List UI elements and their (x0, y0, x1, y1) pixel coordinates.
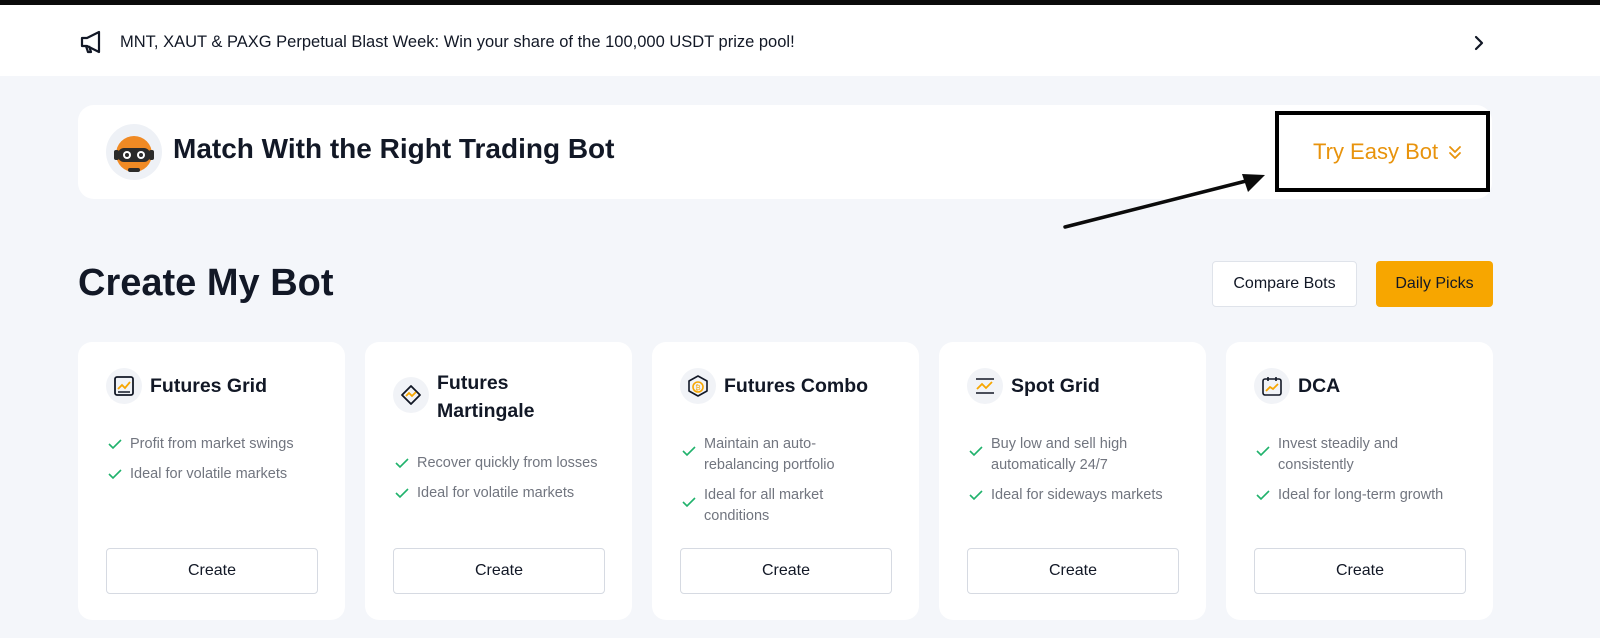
check-icon (108, 469, 122, 480)
section-title: Create My Bot (78, 262, 334, 304)
robot-avatar (106, 124, 162, 180)
bot-card-title: Futures Martingale (437, 372, 535, 422)
spot-grid-icon (967, 368, 1003, 404)
check-icon (1256, 490, 1270, 501)
create-button[interactable]: Create (393, 548, 605, 594)
check-icon (1256, 446, 1270, 457)
feature-list: Recover quickly from losses Ideal for vo… (395, 453, 625, 513)
bot-card-spot-grid[interactable]: Spot Grid Buy low and sell high automati… (939, 342, 1206, 620)
check-icon (395, 458, 409, 469)
martingale-icon (393, 377, 429, 413)
create-button[interactable]: Create (967, 548, 1179, 594)
feature-item: Maintain an auto-rebalancing portfolio (682, 434, 862, 476)
compare-bots-button[interactable]: Compare Bots (1212, 261, 1357, 307)
bot-card-title: Futures Grid (150, 375, 268, 397)
bot-card-title: DCA (1298, 375, 1341, 397)
feature-list: Buy low and sell high automatically 24/7… (969, 434, 1184, 515)
calendar-chart-icon (1254, 368, 1290, 404)
check-icon (682, 497, 696, 508)
feature-list: Profit from market swings Ideal for vola… (108, 434, 338, 494)
svg-text:₿: ₿ (695, 384, 700, 392)
check-icon (108, 439, 122, 450)
feature-item: Ideal for sideways markets (969, 485, 1184, 506)
check-icon (682, 446, 696, 457)
bot-card-futures-combo[interactable]: ₿ Futures Combo Maintain an auto-rebalan… (652, 342, 919, 620)
feature-item: Ideal for all market conditions (682, 485, 862, 527)
feature-item: Buy low and sell high automatically 24/7 (969, 434, 1184, 476)
chevron-right-icon[interactable] (1472, 35, 1486, 51)
announcement-text[interactable]: MNT, XAUT & PAXG Perpetual Blast Week: W… (120, 33, 795, 52)
create-button[interactable]: Create (106, 548, 318, 594)
feature-item: Profit from market swings (108, 434, 338, 455)
bot-card-futures-martingale[interactable]: Futures Martingale Recover quickly from … (365, 342, 632, 620)
grid-chart-icon (106, 368, 142, 404)
megaphone-icon (80, 30, 101, 54)
check-icon (969, 490, 983, 501)
feature-item: Ideal for long-term growth (1256, 485, 1471, 506)
bot-card-title: Futures Combo (724, 375, 869, 397)
feature-item: Invest steadily and consistently (1256, 434, 1471, 476)
try-easy-bot-highlight: Try Easy Bot (1275, 111, 1490, 192)
combo-coin-icon: ₿ (680, 368, 716, 404)
check-icon (969, 446, 983, 457)
bot-card-title: Spot Grid (1011, 375, 1100, 397)
double-chevron-down-icon (1449, 146, 1462, 159)
try-easy-bot-label: Try Easy Bot (1313, 139, 1439, 164)
bot-card-dca[interactable]: DCA Invest steadily and consistently Ide… (1226, 342, 1493, 620)
daily-picks-button[interactable]: Daily Picks (1376, 261, 1493, 307)
announcement-bar[interactable]: MNT, XAUT & PAXG Perpetual Blast Week: W… (0, 5, 1600, 76)
create-button[interactable]: Create (680, 548, 892, 594)
feature-list: Maintain an auto-rebalancing portfolio I… (682, 434, 862, 536)
try-easy-bot-button[interactable]: Try Easy Bot (1313, 139, 1462, 165)
annotation-arrow-icon (1063, 174, 1265, 229)
feature-item: Ideal for volatile markets (395, 483, 625, 504)
bot-card-futures-grid[interactable]: Futures Grid Profit from market swings I… (78, 342, 345, 620)
feature-item: Recover quickly from losses (395, 453, 625, 474)
feature-list: Invest steadily and consistently Ideal f… (1256, 434, 1471, 515)
feature-item: Ideal for volatile markets (108, 464, 338, 485)
match-title: Match With the Right Trading Bot (173, 133, 615, 164)
create-button[interactable]: Create (1254, 548, 1466, 594)
check-icon (395, 488, 409, 499)
